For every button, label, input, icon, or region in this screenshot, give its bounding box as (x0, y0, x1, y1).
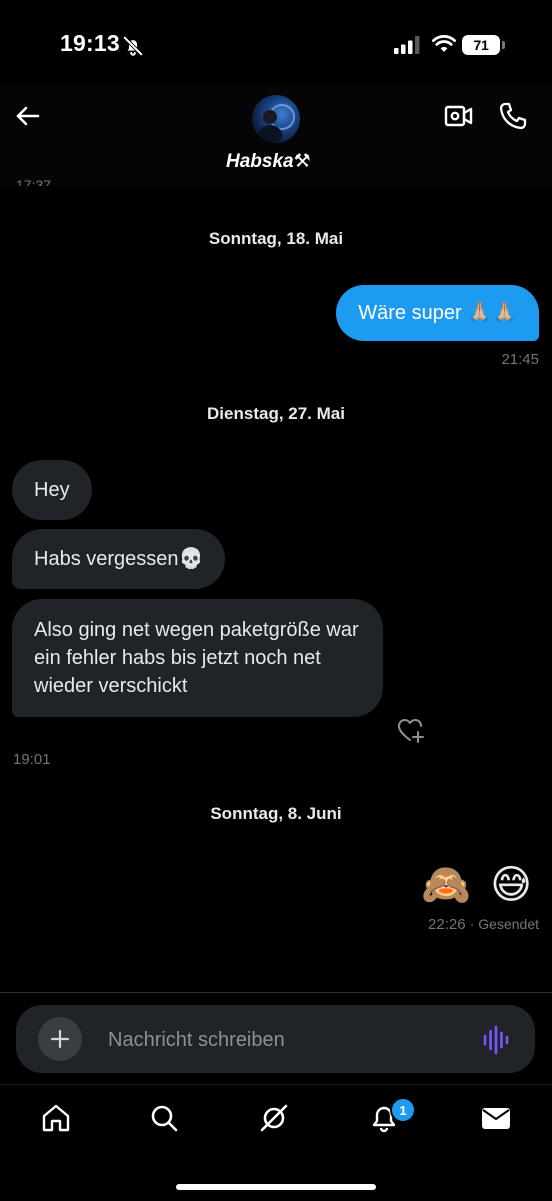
previous-timestamp: 17:37 (16, 177, 52, 186)
messages-icon[interactable] (480, 1102, 512, 1139)
wifi-icon (432, 34, 456, 59)
grok-icon[interactable] (258, 1102, 290, 1139)
video-call-icon[interactable] (444, 102, 474, 135)
add-attachment-button[interactable] (38, 1017, 82, 1061)
message-timestamp: 19:01 (13, 751, 51, 768)
bell-slash-icon (122, 35, 144, 57)
incoming-message[interactable]: Habs vergessen💀 (12, 529, 226, 589)
voice-message-icon[interactable] (482, 1025, 510, 1060)
date-separator: Sonntag, 18. Mai (208, 229, 344, 248)
incoming-message[interactable]: Hey (12, 460, 92, 520)
message-meta: 22:26 · Gesendet (428, 916, 539, 933)
signal-icon (394, 36, 420, 59)
message-status: · Gesendet (469, 916, 539, 932)
avatar[interactable] (252, 95, 300, 143)
incoming-message[interactable]: Also ging net wegen paketgröße war ein f… (12, 599, 383, 717)
contact-name[interactable]: Habska⚒ (226, 150, 326, 173)
date-separator: Dienstag, 27. Mai (207, 404, 345, 423)
battery-level: 71 (473, 37, 489, 53)
notification-badge: 1 (390, 1097, 416, 1123)
battery-indicator: 71 (462, 35, 505, 55)
status-time: 19:13 (60, 30, 120, 56)
message-timestamp: 22:26 (428, 916, 466, 933)
outgoing-emoji-message[interactable]: 🙈 😅 (421, 860, 536, 910)
outgoing-message[interactable]: Wäre super 🙏🏼🙏🏼 (336, 285, 539, 341)
message-input[interactable] (108, 1026, 448, 1054)
home-indicator (176, 1184, 376, 1190)
message-timestamp: 21:45 (501, 351, 539, 368)
search-icon[interactable] (148, 1102, 180, 1139)
phone-icon[interactable] (498, 101, 528, 136)
back-arrow-icon[interactable] (14, 102, 42, 135)
add-reaction-icon[interactable] (396, 716, 426, 749)
divider (0, 992, 552, 993)
home-icon[interactable] (40, 1102, 72, 1139)
date-separator: Sonntag, 8. Juni (210, 804, 342, 823)
